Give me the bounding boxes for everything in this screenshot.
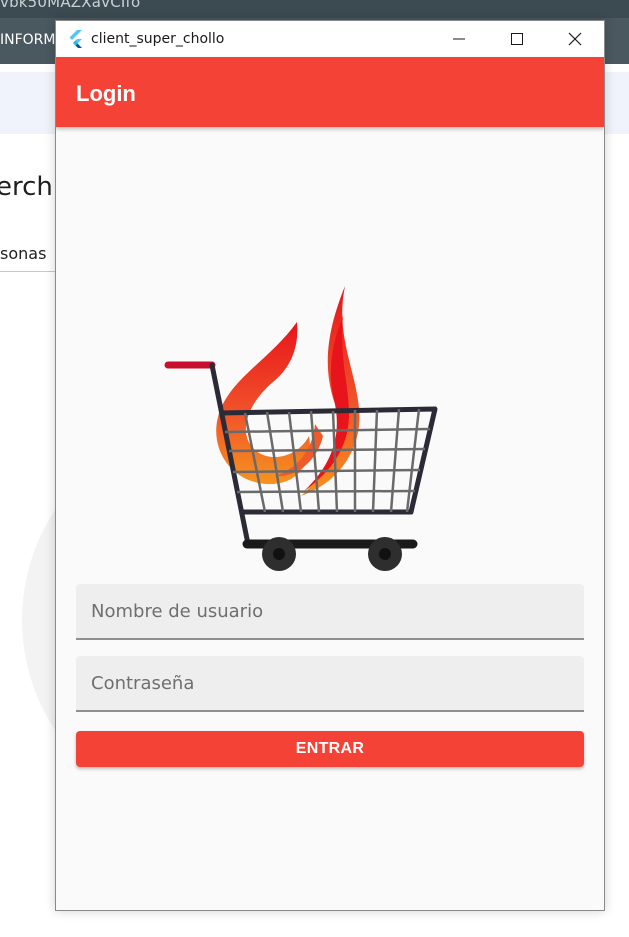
background-top-strip: vbk50MAZXavCIfo bbox=[0, 0, 629, 18]
app-window: client_super_chollo Login Nombre de usua… bbox=[55, 20, 605, 911]
password-field[interactable] bbox=[76, 656, 584, 712]
page-title: Login bbox=[76, 81, 136, 106]
username-field[interactable] bbox=[76, 584, 584, 640]
minimize-button[interactable] bbox=[430, 21, 488, 57]
window-titlebar[interactable]: client_super_chollo bbox=[56, 21, 604, 57]
enter-button[interactable]: ENTRAR bbox=[76, 731, 584, 767]
background-heading: erch bbox=[0, 172, 53, 202]
close-icon bbox=[568, 32, 582, 46]
background-top-strip-text: vbk50MAZXavCIfo bbox=[0, 0, 141, 11]
app-bar: Login bbox=[56, 57, 604, 127]
window-title: client_super_chollo bbox=[91, 31, 225, 47]
close-button[interactable] bbox=[546, 21, 604, 57]
minimize-icon bbox=[453, 38, 465, 40]
password-input[interactable] bbox=[76, 656, 584, 710]
maximize-icon bbox=[511, 33, 523, 45]
background-tab[interactable]: sonas bbox=[0, 244, 46, 263]
shopping-cart-fire-logo bbox=[164, 286, 438, 571]
username-input[interactable] bbox=[76, 584, 584, 638]
maximize-button[interactable] bbox=[488, 21, 546, 57]
flutter-icon bbox=[69, 30, 82, 48]
